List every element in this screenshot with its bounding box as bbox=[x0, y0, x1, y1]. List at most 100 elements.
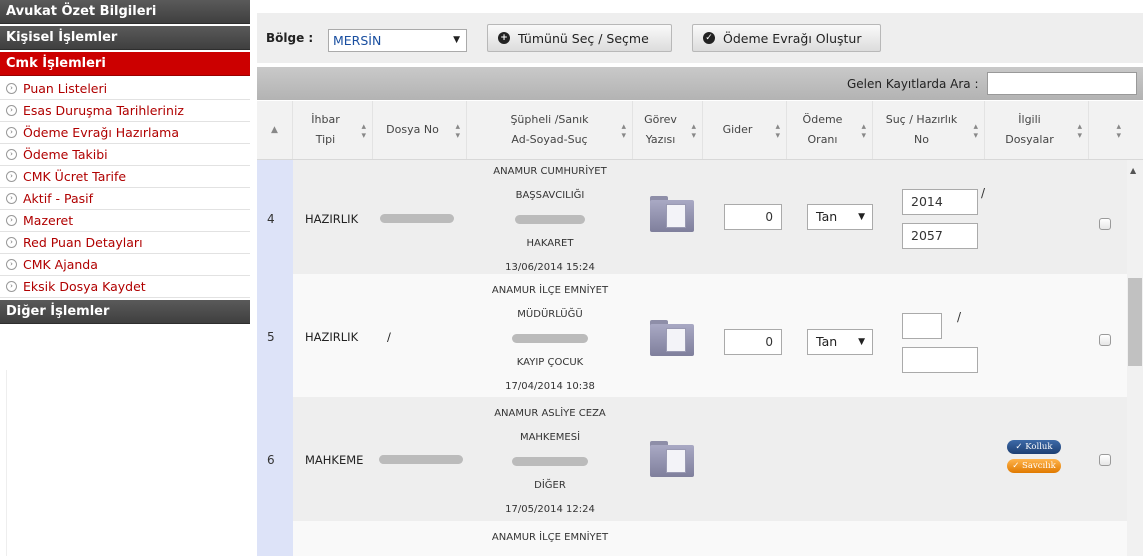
sort-icon: ▴ ▾ bbox=[861, 122, 866, 141]
sidebar-item-odeme-evragi[interactable]: › Ödeme Evrağı Hazırlama bbox=[0, 122, 250, 144]
section-avukat-ozet[interactable]: Avukat Özet Bilgileri bbox=[0, 0, 250, 24]
sidebar-item-label: Eksik Dosya Kaydet bbox=[23, 279, 146, 294]
odeme-orani-select[interactable]: Tan ▼ bbox=[807, 329, 873, 355]
header-ilgili-line1: İlgili bbox=[1018, 113, 1041, 126]
search-label: Gelen Kayıtlarda Ara : bbox=[847, 77, 979, 91]
section-diger-islemler[interactable]: Diğer İşlemler bbox=[0, 300, 250, 324]
bolge-select[interactable]: MERSİN ▼ bbox=[328, 29, 467, 52]
savcilik-badge[interactable]: ✓ Savcılık bbox=[1007, 459, 1061, 473]
header-suc-line2: No bbox=[914, 133, 929, 146]
folder-icon[interactable] bbox=[650, 196, 694, 232]
table-scrollbar[interactable]: ▲ bbox=[1127, 160, 1143, 556]
arrow-circle-icon: › bbox=[6, 237, 17, 248]
folder-icon[interactable] bbox=[650, 320, 694, 356]
ihbar-tipi: HAZIRLIK bbox=[305, 330, 359, 344]
savcilik-badge-label: Savcılık bbox=[1022, 461, 1056, 471]
create-payment-doc-button[interactable]: ✓ Ödeme Evrağı Oluştur bbox=[692, 24, 881, 52]
arrow-circle-icon: › bbox=[6, 259, 17, 270]
slash-separator: / bbox=[957, 310, 962, 324]
supheli-cell: ANAMUR ASLİYE CEZA MAHKEMESİ DİĞER 17/05… bbox=[467, 402, 633, 522]
column-header-select[interactable]: ▴ ▾ bbox=[1089, 101, 1127, 159]
column-header-dosya-no[interactable]: Dosya No ▴ ▾ bbox=[373, 101, 467, 159]
sidebar-item-label: Ödeme Takibi bbox=[23, 147, 108, 162]
cmk-menu: › Puan Listeleri › Esas Duruşma Tarihlerin… bbox=[0, 78, 250, 298]
column-header-ilgili-dosyalar[interactable]: İlgili Dosyalar ▴ ▾ bbox=[985, 101, 1089, 159]
kurum-line2: MAHKEMESİ bbox=[519, 432, 581, 443]
sidebar-item-label: Aktif - Pasif bbox=[23, 191, 94, 206]
arrow-circle-icon: › bbox=[6, 215, 17, 226]
sidebar-item-label: CMK Ücret Tarife bbox=[23, 169, 127, 184]
sidebar: Avukat Özet Bilgileri Kişisel İşlemler C… bbox=[0, 0, 250, 556]
select-all-button[interactable]: + Tümünü Seç / Seçme bbox=[487, 24, 672, 52]
scroll-up-arrow-icon[interactable]: ▲ bbox=[1130, 166, 1136, 175]
sort-icon: ▴ ▾ bbox=[1077, 122, 1082, 141]
toolbar: Bölge : MERSİN ▼ + Tümünü Seç / Seçme ✓ … bbox=[257, 13, 1143, 63]
sidebar-item-label: Esas Duruşma Tarihleriniz bbox=[23, 103, 184, 118]
arrow-circle-icon: › bbox=[6, 281, 17, 292]
column-header-index[interactable]: ▲ bbox=[257, 101, 293, 159]
sidebar-item-cmk-ucret[interactable]: › CMK Ücret Tarife bbox=[0, 166, 250, 188]
suc-yil-input[interactable] bbox=[902, 313, 942, 339]
dosya-no: / bbox=[387, 330, 391, 344]
row-index-cell bbox=[257, 521, 293, 556]
row-number: 4 bbox=[267, 212, 275, 226]
sidebar-item-label: CMK Ajanda bbox=[23, 257, 98, 272]
arrow-circle-icon: › bbox=[6, 105, 17, 116]
suc-name: KAYIP ÇOCUK bbox=[516, 357, 584, 368]
row-checkbox[interactable] bbox=[1099, 334, 1111, 346]
redacted-dosya-no bbox=[379, 455, 463, 464]
header-ihbar-line2: Tipi bbox=[315, 133, 336, 146]
sidebar-item-durusma-tarihleri[interactable]: › Esas Duruşma Tarihleriniz bbox=[0, 100, 250, 122]
plus-circle-icon: + bbox=[498, 32, 510, 44]
row-index-cell: 4 bbox=[257, 160, 293, 274]
sidebar-item-cmk-ajanda[interactable]: › CMK Ajanda bbox=[0, 254, 250, 276]
sort-icon: ▴ ▾ bbox=[973, 122, 978, 141]
odeme-orani-select[interactable]: Tan ▼ bbox=[807, 204, 873, 230]
column-header-supheli[interactable]: Şüpheli /Sanık Ad-Soyad-Suç ▴ ▾ bbox=[467, 101, 633, 159]
folder-icon[interactable] bbox=[650, 441, 694, 477]
suc-name: DİĞER bbox=[534, 480, 566, 491]
sidebar-item-label: Ödeme Evrağı Hazırlama bbox=[23, 125, 179, 140]
row-checkbox[interactable] bbox=[1099, 454, 1111, 466]
gider-input[interactable]: 0 bbox=[724, 204, 782, 230]
row-checkbox[interactable] bbox=[1099, 218, 1111, 230]
sort-up-icon: ▲ bbox=[271, 125, 278, 135]
redacted-name bbox=[467, 450, 633, 474]
sidebar-item-odeme-takibi[interactable]: › Ödeme Takibi bbox=[0, 144, 250, 166]
column-header-gider[interactable]: Gider ▴ ▾ bbox=[703, 101, 787, 159]
header-dosya: Dosya No bbox=[386, 123, 439, 136]
column-header-odeme-orani[interactable]: Ödeme Oranı ▴ ▾ bbox=[787, 101, 873, 159]
supheli-cell: ANAMUR İLÇE EMNİYET MÜDÜRLÜĞÜ KAYIP ÇOCU… bbox=[467, 279, 633, 399]
sidebar-item-aktif-pasif[interactable]: › Aktif - Pasif bbox=[0, 188, 250, 210]
check-circle-icon: ✓ bbox=[703, 32, 715, 44]
row-number: 5 bbox=[267, 330, 275, 344]
column-header-gorev-yazisi[interactable]: Görev Yazısı ▴ ▾ bbox=[633, 101, 703, 159]
sidebar-item-puan-listeleri[interactable]: › Puan Listeleri bbox=[0, 78, 250, 100]
sidebar-item-mazeret[interactable]: › Mazeret bbox=[0, 210, 250, 232]
sidebar-item-red-puan[interactable]: › Red Puan Detayları bbox=[0, 232, 250, 254]
sidebar-item-eksik-dosya[interactable]: › Eksik Dosya Kaydet bbox=[0, 276, 250, 298]
select-all-label: Tümünü Seç / Seçme bbox=[518, 31, 649, 46]
search-bar: Gelen Kayıtlarda Ara : bbox=[257, 67, 1143, 100]
search-input[interactable] bbox=[987, 72, 1137, 95]
suc-yil-input[interactable]: 2014 bbox=[902, 189, 978, 215]
kolluk-badge-label: Kolluk bbox=[1025, 442, 1053, 452]
kurum-line1: ANAMUR ASLİYE CEZA bbox=[494, 408, 606, 419]
column-header-ihbar-tipi[interactable]: İhbar Tipi ▴ ▾ bbox=[293, 101, 373, 159]
redacted-dosya-no bbox=[380, 214, 454, 223]
sidebar-divider bbox=[6, 370, 251, 556]
gider-input[interactable]: 0 bbox=[724, 329, 782, 355]
header-gider: Gider bbox=[722, 123, 753, 136]
kolluk-badge[interactable]: ✓ Kolluk bbox=[1007, 440, 1061, 454]
suc-no-input[interactable] bbox=[902, 347, 978, 373]
column-header-suc-hazirlik[interactable]: Suç / Hazırlık No ▴ ▾ bbox=[873, 101, 985, 159]
section-kisisel-islemler[interactable]: Kişisel İşlemler bbox=[0, 26, 250, 50]
arrow-circle-icon: › bbox=[6, 193, 17, 204]
record-date: 17/04/2014 10:38 bbox=[505, 381, 595, 392]
suc-name: HAKARET bbox=[526, 238, 574, 249]
table-row: 5 HAZIRLIK / ANAMUR İLÇE EMNİYET MÜDÜRLÜ… bbox=[257, 274, 1127, 397]
suc-no-input[interactable]: 2057 bbox=[902, 223, 978, 249]
section-cmk-islemleri[interactable]: Cmk İşlemleri bbox=[0, 52, 250, 76]
dropdown-arrow-icon: ▼ bbox=[858, 337, 865, 347]
scroll-thumb[interactable] bbox=[1128, 278, 1142, 366]
